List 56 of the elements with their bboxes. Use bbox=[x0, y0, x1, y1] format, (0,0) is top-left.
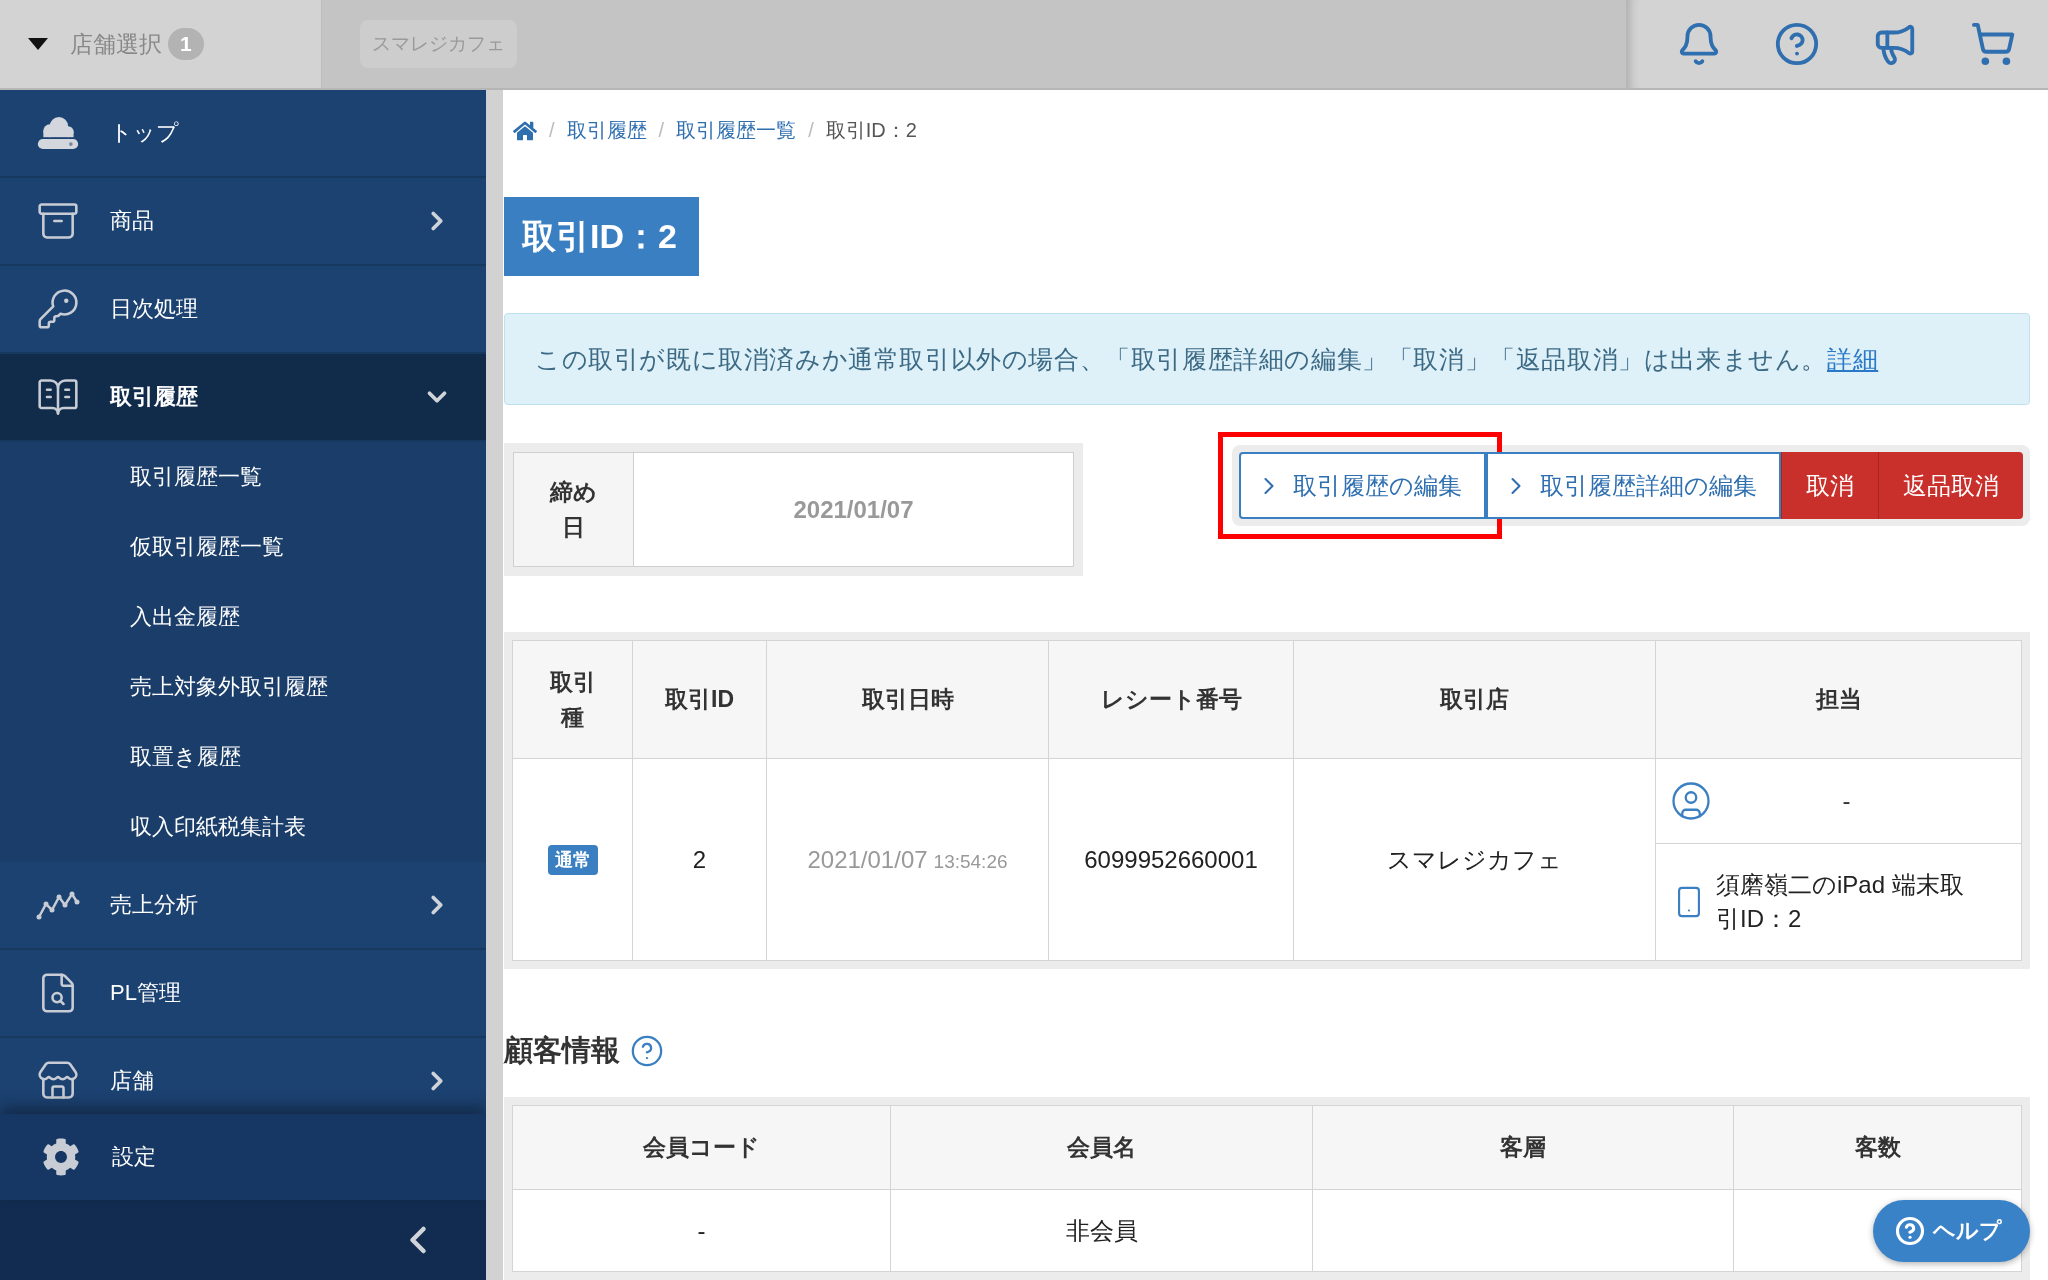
action-button[interactable]: 取消 bbox=[1781, 452, 1878, 519]
help-icon bbox=[1895, 1216, 1925, 1246]
notice-text: この取引が既に取消済みか通常取引以外の場合、「取引履歴詳細の編集」「取消」「返品取消」は出来ません。詳細 bbox=[535, 343, 1879, 375]
table-header-cell: 取引店 bbox=[1294, 641, 1656, 759]
page-title: 取引ID：2 bbox=[504, 197, 699, 277]
table-cell: 2 bbox=[633, 759, 767, 961]
table-header-cell: 取引ID bbox=[633, 641, 767, 759]
table-cell: 6099952660001 bbox=[1049, 759, 1294, 961]
action-button[interactable]: 返品取消 bbox=[1878, 452, 2023, 519]
sidebar-subitem[interactable]: 収入印紙税集計表 bbox=[0, 792, 486, 862]
table-header-cell: 会員コード bbox=[513, 1106, 891, 1190]
help-icon[interactable] bbox=[630, 1034, 664, 1068]
table-cell: スマレジカフェ bbox=[1294, 759, 1656, 961]
staff-name: - bbox=[1841, 787, 1852, 815]
sidebar-subitem[interactable]: 売上対象外取引履歴 bbox=[0, 652, 486, 722]
count-badge: 1 bbox=[168, 28, 204, 60]
sidebar-item[interactable]: 取引履歴 bbox=[0, 354, 486, 442]
help-icon[interactable] bbox=[1774, 21, 1820, 67]
sidebar-subitem[interactable]: 仮取引履歴一覧 bbox=[0, 512, 486, 582]
breadcrumb-separator: / bbox=[658, 119, 665, 143]
date-text: 2021/01/07 bbox=[807, 845, 928, 873]
action-button[interactable]: 取引履歴の編集 bbox=[1239, 452, 1486, 519]
cloud-icon bbox=[36, 116, 80, 150]
sidebar-subitem[interactable]: 入出金履歴 bbox=[0, 582, 486, 652]
breadcrumb-current-page: 取引ID：2 bbox=[825, 118, 917, 144]
table-header-cell: 取引日時 bbox=[767, 641, 1049, 759]
help-button[interactable]: ヘルプ bbox=[1873, 1200, 2030, 1262]
breadcrumb-separator: / bbox=[808, 119, 814, 143]
settings-icon bbox=[42, 1138, 80, 1176]
breadcrumb-link[interactable]: 取引履歴 bbox=[566, 117, 647, 145]
table-cell: - bbox=[513, 1190, 891, 1272]
table-cell: 非会員 bbox=[891, 1190, 1313, 1272]
cart-icon[interactable] bbox=[1970, 21, 2016, 67]
terminal-name: 須磨嶺二のiPad 端末取引ID：2 bbox=[1716, 870, 1965, 934]
key-icon bbox=[36, 287, 80, 331]
table-header-cell: 担当 bbox=[1656, 641, 2022, 759]
breadcrumb-separator: / bbox=[549, 119, 555, 143]
table-header-cell: 会員名 bbox=[891, 1106, 1313, 1190]
user-avatar-icon bbox=[1670, 780, 1712, 822]
sidebar-subitem[interactable]: 取引履歴一覧 bbox=[0, 442, 486, 512]
details-link[interactable]: 詳細 bbox=[1827, 344, 1879, 373]
settings-item[interactable]: 設定 bbox=[0, 1114, 486, 1200]
time-text: 13:54:26 bbox=[933, 850, 1008, 872]
closing-date-label: 締め日 bbox=[514, 453, 634, 566]
sidebar-subitem[interactable]: 取置き履歴 bbox=[0, 722, 486, 792]
table-header-cell: 取引種 bbox=[513, 641, 633, 759]
line-chart-icon bbox=[36, 890, 80, 920]
table-header-cell: 客数 bbox=[1734, 1106, 2022, 1190]
closing-date-value: 2021/01/07 bbox=[634, 453, 1073, 566]
caret-down-icon bbox=[28, 38, 48, 50]
table-header-cell: レシート番号 bbox=[1049, 641, 1294, 759]
breadcrumb-link[interactable]: 取引履歴一覧 bbox=[676, 117, 797, 145]
type-badge: 通常 bbox=[547, 844, 598, 875]
section-heading: 顧客情報 bbox=[504, 1033, 620, 1068]
action-button[interactable]: 取引履歴詳細の編集 bbox=[1486, 452, 1781, 519]
table-header-cell: 客層 bbox=[1313, 1106, 1734, 1190]
